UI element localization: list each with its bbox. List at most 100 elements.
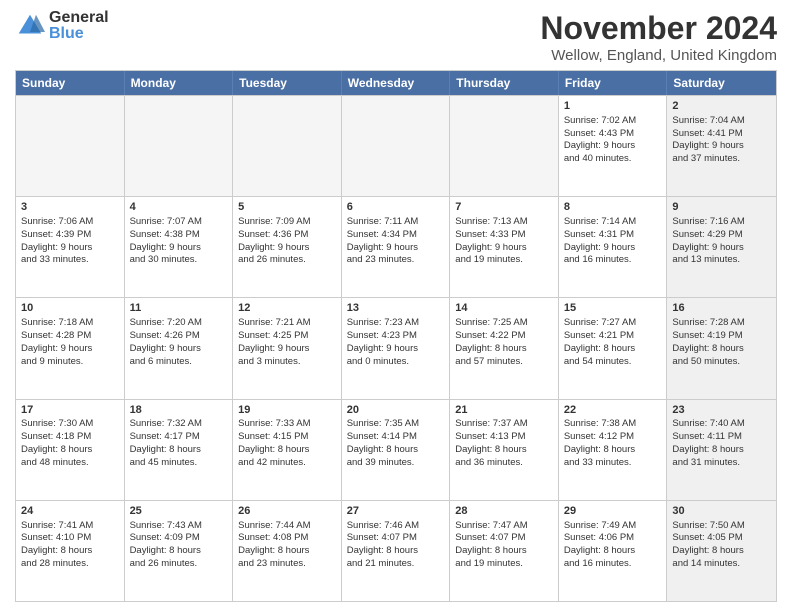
daylight-hours: Sunrise: 7:28 AM Sunset: 4:19 PM Dayligh… bbox=[672, 317, 744, 366]
daylight-hours: Sunrise: 7:40 AM Sunset: 4:11 PM Dayligh… bbox=[672, 418, 744, 467]
cal-cell: 19Sunrise: 7:33 AM Sunset: 4:15 PM Dayli… bbox=[233, 400, 342, 500]
logo-blue-text: Blue bbox=[49, 26, 109, 42]
day-number: 9 bbox=[672, 200, 771, 215]
header-day-wednesday: Wednesday bbox=[342, 71, 451, 95]
header-day-monday: Monday bbox=[125, 71, 234, 95]
logo-general-text: General bbox=[49, 10, 109, 26]
daylight-hours: Sunrise: 7:41 AM Sunset: 4:10 PM Dayligh… bbox=[21, 520, 93, 569]
cal-cell bbox=[342, 96, 451, 196]
daylight-hours: Sunrise: 7:04 AM Sunset: 4:41 PM Dayligh… bbox=[672, 115, 744, 164]
daylight-hours: Sunrise: 7:16 AM Sunset: 4:29 PM Dayligh… bbox=[672, 216, 744, 265]
day-number: 18 bbox=[130, 403, 228, 418]
calendar-header: SundayMondayTuesdayWednesdayThursdayFrid… bbox=[16, 71, 776, 95]
title-block: November 2024 Wellow, England, United Ki… bbox=[540, 10, 777, 64]
day-number: 17 bbox=[21, 403, 119, 418]
cal-cell: 3Sunrise: 7:06 AM Sunset: 4:39 PM Daylig… bbox=[16, 197, 125, 297]
cal-cell: 28Sunrise: 7:47 AM Sunset: 4:07 PM Dayli… bbox=[450, 501, 559, 601]
daylight-hours: Sunrise: 7:43 AM Sunset: 4:09 PM Dayligh… bbox=[130, 520, 202, 569]
cal-cell: 12Sunrise: 7:21 AM Sunset: 4:25 PM Dayli… bbox=[233, 298, 342, 398]
header-day-sunday: Sunday bbox=[16, 71, 125, 95]
month-title: November 2024 bbox=[540, 10, 777, 47]
calendar: SundayMondayTuesdayWednesdayThursdayFrid… bbox=[15, 70, 777, 602]
header-day-friday: Friday bbox=[559, 71, 668, 95]
cal-cell: 10Sunrise: 7:18 AM Sunset: 4:28 PM Dayli… bbox=[16, 298, 125, 398]
day-number: 14 bbox=[455, 301, 553, 316]
cal-cell bbox=[16, 96, 125, 196]
page: General Blue November 2024 Wellow, Engla… bbox=[0, 0, 792, 612]
day-number: 27 bbox=[347, 504, 445, 519]
logo-text: General Blue bbox=[49, 10, 109, 42]
day-number: 2 bbox=[672, 99, 771, 114]
day-number: 8 bbox=[564, 200, 662, 215]
day-number: 28 bbox=[455, 504, 553, 519]
daylight-hours: Sunrise: 7:35 AM Sunset: 4:14 PM Dayligh… bbox=[347, 418, 419, 467]
daylight-hours: Sunrise: 7:11 AM Sunset: 4:34 PM Dayligh… bbox=[347, 216, 419, 265]
day-number: 11 bbox=[130, 301, 228, 316]
daylight-hours: Sunrise: 7:38 AM Sunset: 4:12 PM Dayligh… bbox=[564, 418, 636, 467]
cal-cell: 30Sunrise: 7:50 AM Sunset: 4:05 PM Dayli… bbox=[667, 501, 776, 601]
day-number: 24 bbox=[21, 504, 119, 519]
cal-cell bbox=[450, 96, 559, 196]
cal-cell: 29Sunrise: 7:49 AM Sunset: 4:06 PM Dayli… bbox=[559, 501, 668, 601]
daylight-hours: Sunrise: 7:21 AM Sunset: 4:25 PM Dayligh… bbox=[238, 317, 310, 366]
daylight-hours: Sunrise: 7:33 AM Sunset: 4:15 PM Dayligh… bbox=[238, 418, 310, 467]
cal-cell: 27Sunrise: 7:46 AM Sunset: 4:07 PM Dayli… bbox=[342, 501, 451, 601]
calendar-body: 1Sunrise: 7:02 AM Sunset: 4:43 PM Daylig… bbox=[16, 95, 776, 601]
daylight-hours: Sunrise: 7:44 AM Sunset: 4:08 PM Dayligh… bbox=[238, 520, 310, 569]
cal-cell bbox=[125, 96, 234, 196]
header-day-saturday: Saturday bbox=[667, 71, 776, 95]
cal-cell: 25Sunrise: 7:43 AM Sunset: 4:09 PM Dayli… bbox=[125, 501, 234, 601]
day-number: 30 bbox=[672, 504, 771, 519]
cal-cell: 16Sunrise: 7:28 AM Sunset: 4:19 PM Dayli… bbox=[667, 298, 776, 398]
cal-cell: 2Sunrise: 7:04 AM Sunset: 4:41 PM Daylig… bbox=[667, 96, 776, 196]
daylight-hours: Sunrise: 7:14 AM Sunset: 4:31 PM Dayligh… bbox=[564, 216, 636, 265]
day-number: 15 bbox=[564, 301, 662, 316]
cal-cell: 17Sunrise: 7:30 AM Sunset: 4:18 PM Dayli… bbox=[16, 400, 125, 500]
daylight-hours: Sunrise: 7:30 AM Sunset: 4:18 PM Dayligh… bbox=[21, 418, 93, 467]
day-number: 12 bbox=[238, 301, 336, 316]
cal-cell: 5Sunrise: 7:09 AM Sunset: 4:36 PM Daylig… bbox=[233, 197, 342, 297]
cal-cell: 6Sunrise: 7:11 AM Sunset: 4:34 PM Daylig… bbox=[342, 197, 451, 297]
cal-cell bbox=[233, 96, 342, 196]
daylight-hours: Sunrise: 7:09 AM Sunset: 4:36 PM Dayligh… bbox=[238, 216, 310, 265]
cal-cell: 13Sunrise: 7:23 AM Sunset: 4:23 PM Dayli… bbox=[342, 298, 451, 398]
cal-cell: 7Sunrise: 7:13 AM Sunset: 4:33 PM Daylig… bbox=[450, 197, 559, 297]
logo-icon bbox=[15, 11, 45, 41]
daylight-hours: Sunrise: 7:25 AM Sunset: 4:22 PM Dayligh… bbox=[455, 317, 527, 366]
daylight-hours: Sunrise: 7:32 AM Sunset: 4:17 PM Dayligh… bbox=[130, 418, 202, 467]
day-number: 19 bbox=[238, 403, 336, 418]
daylight-hours: Sunrise: 7:18 AM Sunset: 4:28 PM Dayligh… bbox=[21, 317, 93, 366]
day-number: 29 bbox=[564, 504, 662, 519]
daylight-hours: Sunrise: 7:47 AM Sunset: 4:07 PM Dayligh… bbox=[455, 520, 527, 569]
cal-cell: 23Sunrise: 7:40 AM Sunset: 4:11 PM Dayli… bbox=[667, 400, 776, 500]
daylight-hours: Sunrise: 7:46 AM Sunset: 4:07 PM Dayligh… bbox=[347, 520, 419, 569]
cal-cell: 24Sunrise: 7:41 AM Sunset: 4:10 PM Dayli… bbox=[16, 501, 125, 601]
day-number: 23 bbox=[672, 403, 771, 418]
day-number: 26 bbox=[238, 504, 336, 519]
location: Wellow, England, United Kingdom bbox=[540, 47, 777, 64]
day-number: 7 bbox=[455, 200, 553, 215]
day-number: 5 bbox=[238, 200, 336, 215]
cal-cell: 21Sunrise: 7:37 AM Sunset: 4:13 PM Dayli… bbox=[450, 400, 559, 500]
day-number: 13 bbox=[347, 301, 445, 316]
cal-cell: 9Sunrise: 7:16 AM Sunset: 4:29 PM Daylig… bbox=[667, 197, 776, 297]
cal-cell: 1Sunrise: 7:02 AM Sunset: 4:43 PM Daylig… bbox=[559, 96, 668, 196]
day-number: 10 bbox=[21, 301, 119, 316]
daylight-hours: Sunrise: 7:13 AM Sunset: 4:33 PM Dayligh… bbox=[455, 216, 527, 265]
daylight-hours: Sunrise: 7:27 AM Sunset: 4:21 PM Dayligh… bbox=[564, 317, 636, 366]
header-day-thursday: Thursday bbox=[450, 71, 559, 95]
header-day-tuesday: Tuesday bbox=[233, 71, 342, 95]
cal-cell: 20Sunrise: 7:35 AM Sunset: 4:14 PM Dayli… bbox=[342, 400, 451, 500]
day-number: 21 bbox=[455, 403, 553, 418]
daylight-hours: Sunrise: 7:06 AM Sunset: 4:39 PM Dayligh… bbox=[21, 216, 93, 265]
daylight-hours: Sunrise: 7:20 AM Sunset: 4:26 PM Dayligh… bbox=[130, 317, 202, 366]
week-row-2: 3Sunrise: 7:06 AM Sunset: 4:39 PM Daylig… bbox=[16, 196, 776, 297]
week-row-5: 24Sunrise: 7:41 AM Sunset: 4:10 PM Dayli… bbox=[16, 500, 776, 601]
daylight-hours: Sunrise: 7:23 AM Sunset: 4:23 PM Dayligh… bbox=[347, 317, 419, 366]
cal-cell: 15Sunrise: 7:27 AM Sunset: 4:21 PM Dayli… bbox=[559, 298, 668, 398]
week-row-1: 1Sunrise: 7:02 AM Sunset: 4:43 PM Daylig… bbox=[16, 95, 776, 196]
cal-cell: 8Sunrise: 7:14 AM Sunset: 4:31 PM Daylig… bbox=[559, 197, 668, 297]
day-number: 4 bbox=[130, 200, 228, 215]
day-number: 6 bbox=[347, 200, 445, 215]
week-row-3: 10Sunrise: 7:18 AM Sunset: 4:28 PM Dayli… bbox=[16, 297, 776, 398]
